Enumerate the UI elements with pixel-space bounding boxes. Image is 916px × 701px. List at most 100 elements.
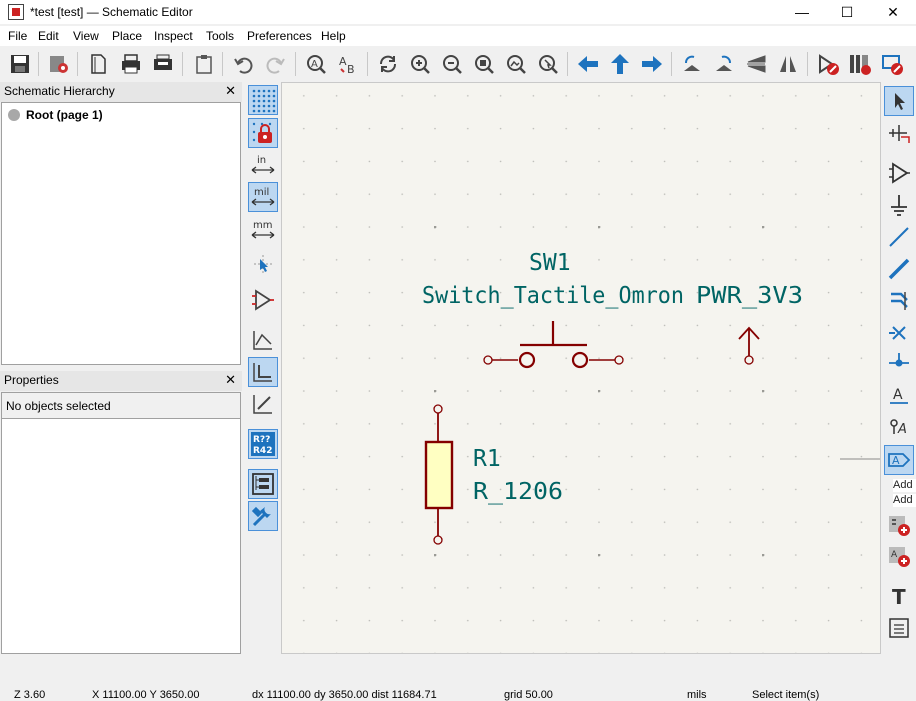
- cursor-crosshair-icon[interactable]: [248, 249, 278, 279]
- refresh-icon[interactable]: [375, 51, 401, 77]
- menu-tools[interactable]: Tools: [206, 29, 234, 43]
- grid-toggle-icon[interactable]: [248, 85, 278, 115]
- window-title: *test [test] — Schematic Editor: [30, 5, 193, 19]
- add-label-icon[interactable]: A: [884, 380, 914, 410]
- svg-text:A: A: [897, 422, 907, 437]
- add-global-label-icon[interactable]: A: [884, 445, 914, 475]
- zoom-fit-icon[interactable]: [471, 51, 497, 77]
- save-icon[interactable]: [7, 51, 33, 77]
- resistor-value[interactable]: R_1206: [473, 479, 563, 505]
- import-sheet-icon[interactable]: A: [884, 541, 914, 571]
- maximize-button[interactable]: ☐: [824, 0, 870, 24]
- svg-text:B: B: [347, 63, 355, 75]
- line-mode-free-icon[interactable]: [248, 325, 278, 355]
- power-value[interactable]: PWR_3V3: [696, 283, 803, 309]
- line-mode-90-icon[interactable]: [248, 357, 278, 387]
- symbol-editor-icon[interactable]: [815, 51, 841, 77]
- menu-edit[interactable]: Edit: [38, 29, 59, 43]
- hidden-pins-icon[interactable]: [248, 285, 278, 315]
- app-icon: [8, 4, 24, 20]
- tooltip-line-2: Add: [893, 494, 916, 507]
- status-cursor-position: X 11100.00 Y 3650.00: [92, 689, 200, 701]
- hierarchy-navigator-icon[interactable]: [248, 469, 278, 499]
- add-bus-icon[interactable]: [884, 254, 914, 284]
- add-symbol-icon[interactable]: [884, 158, 914, 188]
- properties-panel-header: Properties ✕: [0, 371, 242, 391]
- main-toolbar: A AB: [0, 46, 916, 82]
- symbol-browser-icon[interactable]: [847, 51, 873, 77]
- menu-view[interactable]: View: [73, 29, 99, 43]
- switch-value[interactable]: Switch_Tactile_Omron: [422, 283, 684, 309]
- add-bus-entry-icon[interactable]: [884, 286, 914, 316]
- footprint-assign-icon[interactable]: [879, 51, 905, 77]
- annotate-icon[interactable]: R?? R42: [248, 429, 278, 459]
- undo-icon[interactable]: [230, 51, 256, 77]
- mirror-horizontal-icon[interactable]: [775, 51, 801, 77]
- add-wire-icon[interactable]: [884, 222, 914, 252]
- menu-inspect[interactable]: Inspect: [154, 29, 193, 43]
- close-button[interactable]: ✕: [870, 0, 916, 24]
- title-bar: *test [test] — Schematic Editor — ☐ ✕: [0, 0, 916, 24]
- grid-override-icon[interactable]: [248, 118, 278, 148]
- hierarchy-close-icon[interactable]: ✕: [225, 83, 236, 99]
- find-replace-icon[interactable]: AB: [335, 51, 361, 77]
- add-hierarchical-sheet-icon[interactable]: [884, 510, 914, 540]
- text-t-glyph: T: [892, 585, 906, 608]
- label-a-glyph: A: [893, 387, 903, 403]
- add-text-icon[interactable]: T: [884, 581, 914, 611]
- navigate-back-icon[interactable]: [575, 51, 601, 77]
- units-inches-label: in: [257, 155, 266, 166]
- zoom-objects-icon[interactable]: [503, 51, 529, 77]
- properties-close-icon[interactable]: ✕: [225, 372, 236, 388]
- hierarchy-root-item[interactable]: Root (page 1): [8, 108, 103, 122]
- line-mode-45-icon[interactable]: [248, 389, 278, 419]
- schematic-canvas[interactable]: SW1 Switch_Tactile_Omron PWR_3V3 R1 R_12…: [281, 82, 881, 654]
- plot-icon[interactable]: [150, 51, 176, 77]
- switch-reference[interactable]: SW1: [529, 250, 571, 276]
- menu-place[interactable]: Place: [112, 29, 142, 43]
- resistor-reference[interactable]: R1: [473, 446, 501, 472]
- units-mils-icon[interactable]: mil: [248, 182, 278, 212]
- hierarchy-tree: Root (page 1): [1, 102, 241, 365]
- paste-icon[interactable]: [191, 51, 217, 77]
- schematic-setup-icon[interactable]: [46, 51, 72, 77]
- menu-preferences[interactable]: Preferences: [247, 29, 312, 43]
- left-panel: Schematic Hierarchy ✕ Root (page 1) Prop…: [0, 82, 244, 656]
- hierarchy-panel-title: Schematic Hierarchy: [4, 84, 115, 98]
- svg-text:A: A: [891, 550, 898, 560]
- properties-grid: [1, 418, 241, 654]
- add-net-class-label-icon[interactable]: A: [884, 412, 914, 442]
- rotate-cw-icon[interactable]: [711, 51, 737, 77]
- navigate-forward-icon[interactable]: [639, 51, 665, 77]
- annotate-top-label: R??: [253, 435, 270, 445]
- minimize-button[interactable]: —: [779, 0, 825, 24]
- mirror-vertical-icon[interactable]: [743, 51, 769, 77]
- properties-status: No objects selected: [1, 392, 241, 418]
- units-mils-label: mil: [254, 187, 269, 198]
- zoom-selection-icon[interactable]: [535, 51, 561, 77]
- hierarchy-root-label: Root (page 1): [26, 108, 103, 122]
- navigate-up-icon[interactable]: [607, 51, 633, 77]
- page-settings-icon[interactable]: [85, 51, 111, 77]
- add-junction-icon[interactable]: [884, 348, 914, 378]
- zoom-out-icon[interactable]: [439, 51, 465, 77]
- print-icon[interactable]: [118, 51, 144, 77]
- properties-panel-icon[interactable]: [248, 501, 278, 531]
- add-power-icon[interactable]: [884, 190, 914, 220]
- units-mm-icon[interactable]: mm: [248, 215, 278, 245]
- menu-file[interactable]: File: [8, 29, 27, 43]
- units-inches-icon[interactable]: in: [248, 150, 278, 180]
- right-toolbar: A A A A T: [881, 82, 916, 656]
- rotate-ccw-icon[interactable]: [679, 51, 705, 77]
- redo-icon[interactable]: [263, 51, 289, 77]
- menu-help[interactable]: Help: [321, 29, 346, 43]
- zoom-in-icon[interactable]: [407, 51, 433, 77]
- highlight-net-icon[interactable]: [884, 118, 914, 148]
- find-icon[interactable]: A: [303, 51, 329, 77]
- select-tool-icon[interactable]: [884, 86, 914, 116]
- status-delta: dx 11100.00 dy 3650.00 dist 11684.71: [252, 689, 437, 701]
- add-textbox-icon[interactable]: [884, 613, 914, 643]
- status-mode: Select item(s): [752, 689, 820, 701]
- svg-text:A: A: [311, 59, 318, 70]
- no-connect-icon[interactable]: [884, 318, 914, 348]
